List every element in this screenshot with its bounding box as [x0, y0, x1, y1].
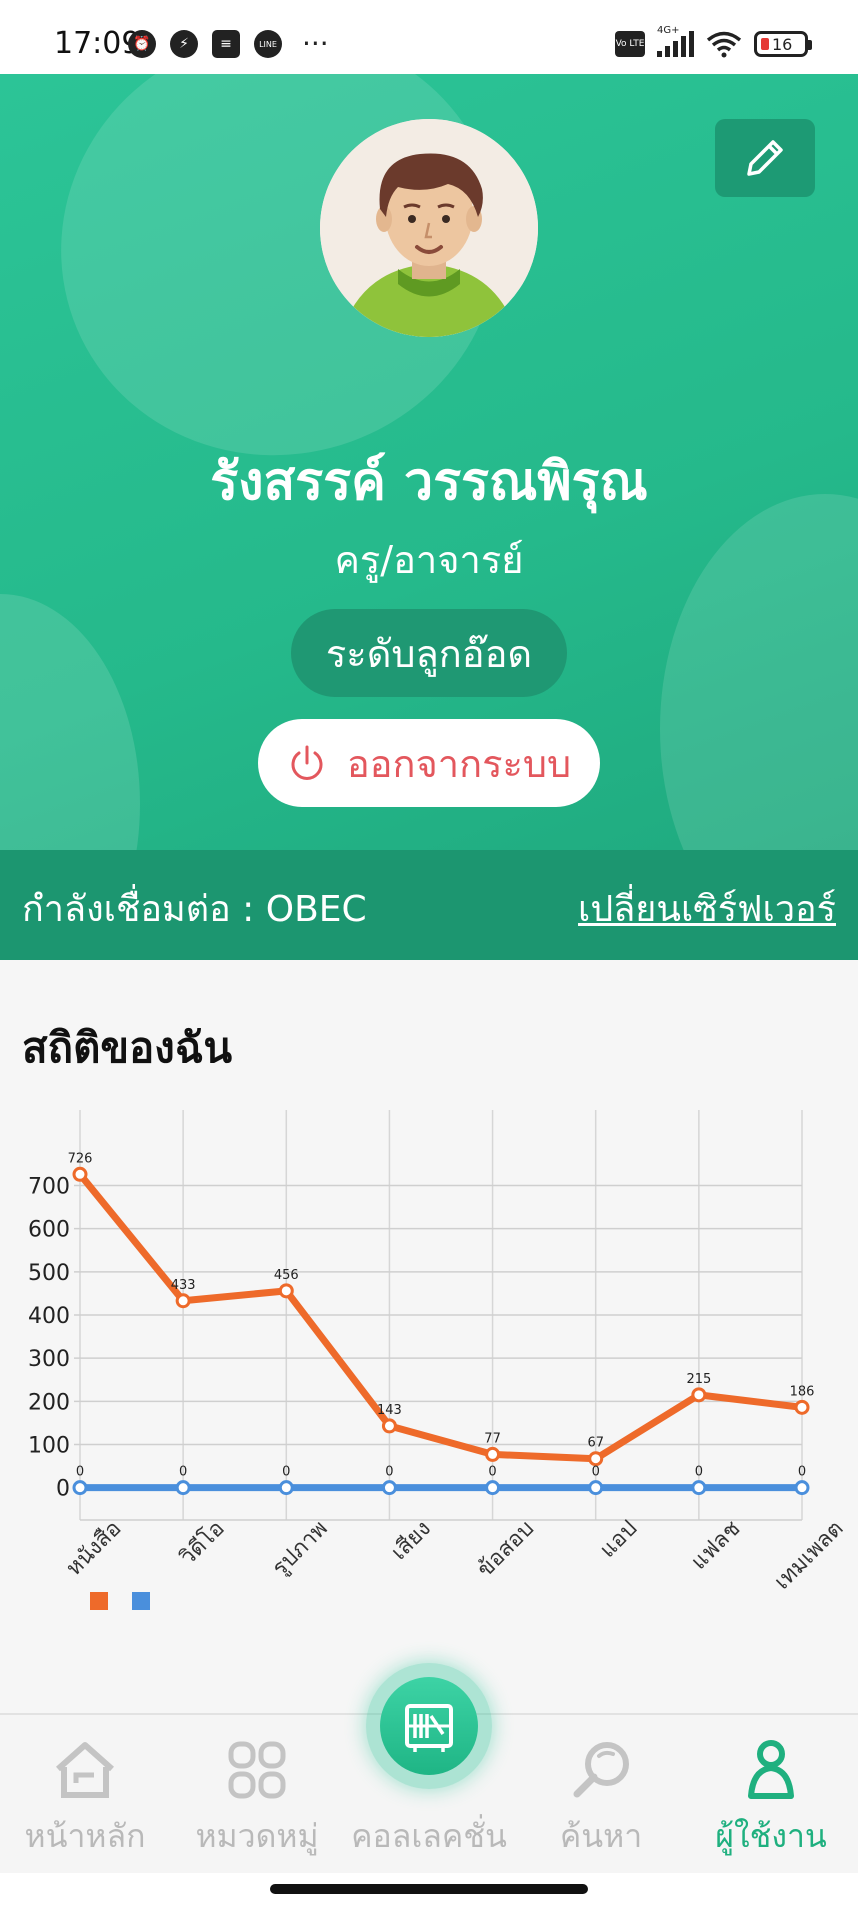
data-label: 0: [179, 1465, 187, 1480]
level-badge: ระดับลูกอ๊อด: [291, 609, 567, 697]
x-tick-label: รูปภาพ: [268, 1516, 333, 1581]
data-label: 0: [76, 1465, 84, 1480]
cell-signal: 4G+: [657, 25, 694, 57]
data-point: [691, 1387, 707, 1403]
user-icon: [748, 1740, 794, 1799]
x-tick-label: เทมเพลต: [770, 1516, 849, 1595]
pencil-icon: [747, 140, 783, 176]
nav-label: หมวดหมู่: [195, 1817, 319, 1855]
switch-server-link[interactable]: เปลี่ยนเซิร์ฟเวอร์: [578, 880, 836, 937]
volte-icon: Vo LTE: [615, 31, 645, 57]
data-label: 186: [790, 1384, 815, 1399]
data-point: [485, 1480, 501, 1496]
user-name: รังสรรค์ วรรณพิรุณ: [210, 452, 648, 512]
status-right-icons: Vo LTE 4G+ 16: [615, 25, 812, 58]
x-tick-label: แอป: [595, 1516, 642, 1563]
user-role: ครู/อาจารย์: [334, 538, 524, 582]
data-label: 456: [274, 1268, 299, 1283]
data-point: [588, 1480, 604, 1496]
data-label: 726: [68, 1151, 93, 1166]
power-icon: [291, 745, 323, 780]
profile-header: รังสรรค์ วรรณพิรุณ ครู/อาจารย์ ระดับลูกอ…: [0, 74, 858, 960]
avatar-illustration: [320, 119, 538, 337]
app-screen: 17:09 ⏰ ⚡ ≡ LINE ··· Vo LTE 4G+ 16 รังสร…: [0, 0, 858, 1907]
y-tick-label: 100: [28, 1433, 70, 1458]
data-point: [794, 1399, 810, 1415]
network-type: 4G+: [657, 25, 680, 36]
data-label: 0: [695, 1465, 703, 1480]
x-tick-label: เสียง: [387, 1516, 436, 1565]
data-point: [381, 1480, 397, 1496]
data-point: [72, 1480, 88, 1496]
data-point: [278, 1480, 294, 1496]
collection-fab[interactable]: [380, 1677, 478, 1775]
nav-search[interactable]: ค้นหา: [516, 1735, 686, 1862]
data-label: 215: [686, 1372, 711, 1387]
series-line: [76, 1170, 806, 1463]
nav-category[interactable]: หมวดหมู่: [172, 1735, 342, 1862]
data-label: 67: [587, 1436, 604, 1451]
y-tick-label: 200: [28, 1390, 70, 1415]
logout-button[interactable]: ออกจากระบบ: [258, 719, 600, 807]
search-icon: [573, 1742, 629, 1798]
legend-swatch: [132, 1592, 150, 1610]
y-tick-label: 300: [28, 1347, 70, 1372]
data-point: [691, 1480, 707, 1496]
data-point: [175, 1480, 191, 1496]
data-label: 433: [171, 1278, 196, 1293]
y-tick-label: 500: [28, 1261, 70, 1286]
data-point: [381, 1418, 397, 1434]
home-indicator[interactable]: [270, 1884, 588, 1894]
y-tick-label: 600: [28, 1218, 70, 1243]
data-label: 0: [798, 1465, 806, 1480]
collection-icon: [405, 1704, 453, 1752]
logout-label: ออกจากระบบ: [346, 741, 572, 786]
x-tick-label: ข้อสอบ: [473, 1516, 539, 1582]
data-label: 0: [282, 1465, 290, 1480]
alarm-icon: ⏰: [128, 30, 156, 58]
data-label: 77: [484, 1431, 501, 1446]
data-point: [278, 1283, 294, 1299]
status-bar: 17:09 ⏰ ⚡ ≡ LINE ··· Vo LTE 4G+ 16: [0, 0, 858, 74]
data-label: 0: [385, 1465, 393, 1480]
status-left-icons: ⏰ ⚡ ≡ LINE ···: [128, 30, 329, 58]
x-tick-label: วิดีโอ: [174, 1515, 229, 1570]
stats-line-chart: 0 100 200 300 400 500 600 700 726 433 456 143 77 67 21…: [28, 1110, 849, 1610]
y-tick-label: 0: [56, 1477, 70, 1502]
home-icon: [56, 1742, 114, 1798]
data-point: [72, 1166, 88, 1182]
stats-chart: 0 100 200 300 400 500 600 700 726 433 456 143 77 67 21…: [0, 1100, 858, 1660]
connection-status: กำลังเชื่อมต่อ : OBEC: [22, 889, 367, 930]
data-point: [588, 1451, 604, 1467]
y-tick-label: 700: [28, 1175, 70, 1200]
stats-title: สถิติของฉัน: [22, 1023, 233, 1072]
nav-user[interactable]: ผู้ใช้งาน: [686, 1735, 856, 1862]
more-notifications: ···: [302, 27, 329, 60]
notes-icon: ≡: [212, 30, 240, 58]
nav-label: ผู้ใช้งาน: [715, 1817, 827, 1855]
category-icon: [228, 1741, 286, 1799]
data-label: 0: [488, 1465, 496, 1480]
data-label: 143: [377, 1403, 402, 1418]
x-tick-label: แฟลช: [687, 1516, 746, 1575]
data-point: [175, 1293, 191, 1309]
edit-profile-button[interactable]: [715, 119, 815, 197]
nav-label: คอลเลคชั่น: [351, 1817, 507, 1855]
x-tick-label: หนังสือ: [62, 1516, 127, 1581]
data-point: [794, 1480, 810, 1496]
nav-label: ค้นหา: [559, 1817, 643, 1855]
legend-swatch: [90, 1592, 108, 1610]
y-tick-label: 400: [28, 1304, 70, 1329]
connection-bar: กำลังเชื่อมต่อ : OBEC เปลี่ยนเซิร์ฟเวอร์: [0, 850, 858, 960]
wifi-icon: [706, 31, 742, 58]
battery-icon: 16: [754, 31, 812, 57]
data-point: [485, 1446, 501, 1462]
data-label: 0: [592, 1465, 600, 1480]
line-icon: LINE: [254, 30, 282, 58]
battery-level: 16: [772, 34, 793, 54]
avatar[interactable]: [320, 119, 538, 337]
nav-label: หน้าหลัก: [24, 1817, 146, 1855]
nav-home[interactable]: หน้าหลัก: [0, 1735, 170, 1862]
messenger-icon: ⚡: [170, 30, 198, 58]
